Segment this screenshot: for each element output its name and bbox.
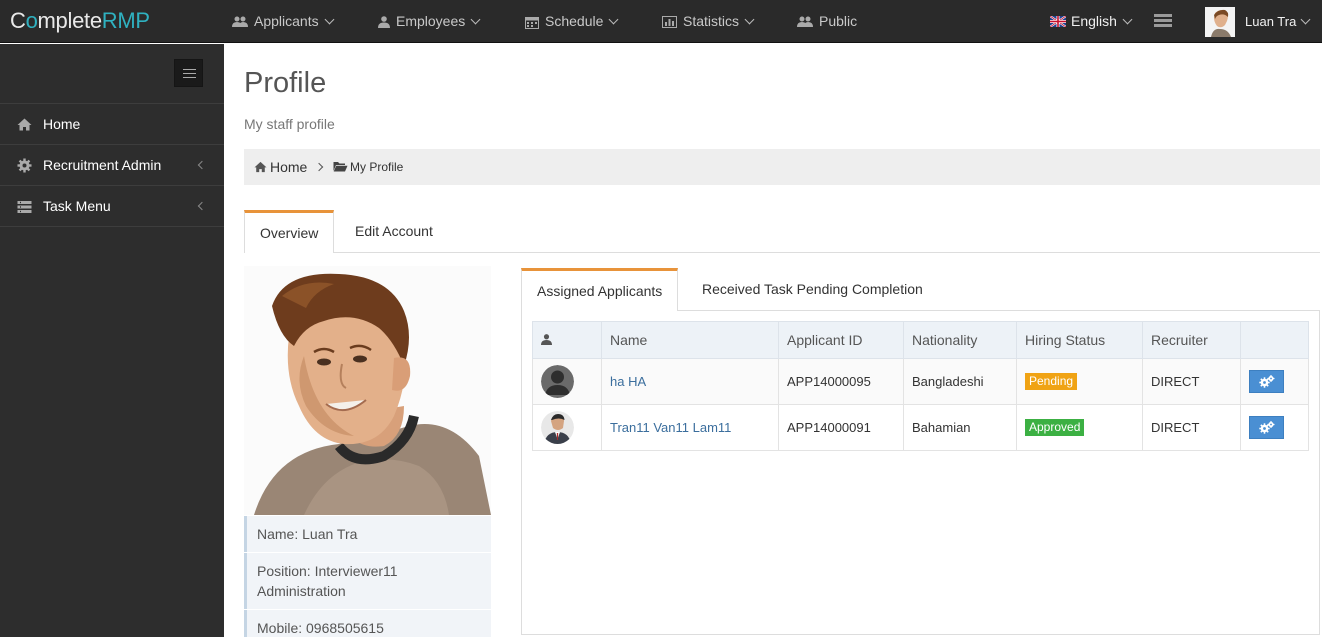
sidebar-item-home[interactable]: Home: [0, 104, 224, 145]
tab-edit-account[interactable]: Edit Account: [340, 210, 448, 253]
avatar-column-header: [532, 321, 602, 359]
hiring-status-column-header[interactable]: Hiring Status: [1016, 321, 1143, 359]
recruiter-column-header[interactable]: Recruiter: [1142, 321, 1241, 359]
gears-icon: [1259, 375, 1275, 388]
profile-name: Name: Luan Tra: [244, 516, 491, 552]
nav-schedule[interactable]: Schedule: [525, 0, 619, 43]
sidebar-menu: Home Recruitment Admin Task Menu: [0, 103, 224, 227]
status-badge: Pending: [1025, 373, 1078, 390]
breadcrumb-current: My Profile: [333, 149, 403, 185]
nationality-cell: Bahamian: [903, 404, 1017, 451]
applicant-name-cell[interactable]: Tran11 Van11 Lam11: [601, 404, 779, 451]
sidebar-item-label: Home: [43, 116, 81, 132]
nav-statistics[interactable]: Statistics: [662, 0, 755, 43]
home-icon: [17, 118, 32, 131]
folder-open-icon: [333, 162, 348, 172]
top-navbar: CompleteRMP Applicants Employees Schedul…: [0, 0, 1322, 43]
user-icon: [541, 334, 552, 345]
nationality-column-header[interactable]: Nationality: [903, 321, 1017, 359]
actions-cell: [1240, 404, 1309, 451]
sidebar: Home Recruitment Admin Task Menu: [0, 44, 224, 637]
nav-applicants[interactable]: Applicants: [232, 0, 335, 43]
applicant-id-cell: APP14000091: [778, 404, 904, 451]
calendar-icon: [525, 16, 539, 29]
recruiter-cell: DIRECT: [1142, 404, 1241, 451]
applicant-name-link[interactable]: Tran11 Van11 Lam11: [610, 420, 731, 435]
bar-chart-icon: [662, 16, 677, 29]
uk-flag-icon: [1050, 15, 1066, 27]
users-icon: [797, 16, 813, 28]
page-subtitle: My staff profile: [244, 116, 335, 132]
nav-statistics-label: Statistics: [683, 13, 740, 29]
chevron-right-icon: [314, 162, 324, 172]
avatar-cell: [532, 404, 602, 451]
chevron-down-icon: [324, 14, 335, 25]
row-settings-button[interactable]: [1249, 370, 1284, 393]
nav-employees-label: Employees: [396, 13, 466, 29]
sidebar-item-recruitment-admin[interactable]: Recruitment Admin: [0, 145, 224, 186]
breadcrumb-home[interactable]: Home: [254, 149, 307, 185]
user-avatar[interactable]: [1205, 7, 1235, 37]
sidebar-item-label: Recruitment Admin: [43, 157, 162, 173]
gear-icon: [17, 158, 32, 173]
brand-logo[interactable]: CompleteRMP: [10, 8, 150, 34]
table-row[interactable]: Tran11 Van11 Lam11 APP14000091 Bahamian …: [532, 404, 1309, 451]
avatar-cell: [532, 358, 602, 405]
users-icon: [232, 16, 248, 28]
row-settings-button[interactable]: [1249, 416, 1284, 439]
default-avatar-icon: [541, 365, 574, 398]
breadcrumb: Home My Profile: [244, 149, 1320, 185]
recruiter-cell: DIRECT: [1142, 358, 1241, 405]
hiring-status-cell: Pending: [1016, 358, 1143, 405]
list-icon: [17, 201, 32, 213]
chevron-down-icon[interactable]: [1300, 14, 1311, 25]
profile-mobile: Mobile: 0968505615: [244, 610, 491, 637]
page-title: Profile: [244, 67, 327, 99]
language-selector[interactable]: English: [1050, 0, 1133, 43]
nav-schedule-label: Schedule: [545, 13, 604, 29]
applicant-name-link[interactable]: ha HA: [610, 374, 646, 389]
actions-column-header: [1240, 321, 1309, 359]
applicants-table: Name Applicant ID Nationality Hiring Sta…: [532, 321, 1309, 451]
profile-photo: [244, 266, 491, 515]
applicant-name-cell[interactable]: ha HA: [601, 358, 779, 405]
gears-icon: [1259, 421, 1275, 434]
name-column-header[interactable]: Name: [601, 321, 779, 359]
tab-assigned-applicants[interactable]: Assigned Applicants: [521, 268, 679, 311]
chevron-down-icon: [470, 14, 481, 25]
table-row[interactable]: ha HA APP14000095 Bangladeshi Pending DI…: [532, 358, 1309, 405]
profile-position: Position: Interviewer11 Administration: [244, 553, 491, 609]
chevron-left-icon: [197, 160, 207, 170]
nav-public-label: Public: [819, 13, 858, 29]
applicant-id-cell: APP14000095: [778, 358, 904, 405]
profile-photo-image: [244, 266, 491, 515]
tab-received-task-pending[interactable]: Received Task Pending Completion: [687, 268, 938, 311]
tab-overview[interactable]: Overview: [244, 210, 335, 253]
table-header-row: Name Applicant ID Nationality Hiring Sta…: [532, 321, 1309, 359]
layout-toggle-icon[interactable]: [1154, 14, 1172, 30]
nationality-cell: Bangladeshi: [903, 358, 1017, 405]
home-icon: [254, 161, 267, 173]
actions-cell: [1240, 358, 1309, 405]
nav-public[interactable]: Public: [797, 0, 857, 43]
user-name[interactable]: Luan Tra: [1245, 0, 1296, 43]
sidebar-item-task-menu[interactable]: Task Menu: [0, 186, 224, 227]
sidebar-item-label: Task Menu: [43, 198, 111, 214]
user-icon: [378, 16, 390, 29]
language-label: English: [1071, 13, 1117, 29]
applicant-avatar: [541, 411, 574, 444]
chevron-down-icon: [1122, 14, 1133, 25]
chevron-left-icon: [197, 201, 207, 211]
breadcrumb-current-label: My Profile: [350, 160, 404, 174]
nav-employees[interactable]: Employees: [378, 0, 481, 43]
sidebar-toggle-button[interactable]: [174, 59, 203, 87]
applicant-id-column-header[interactable]: Applicant ID: [778, 321, 904, 359]
breadcrumb-home-label: Home: [270, 159, 308, 175]
chevron-down-icon: [608, 14, 619, 25]
nav-applicants-label: Applicants: [254, 13, 319, 29]
chevron-down-icon: [744, 14, 755, 25]
status-badge: Approved: [1025, 419, 1085, 436]
user-avatar-image: [1205, 7, 1235, 37]
hiring-status-cell: Approved: [1016, 404, 1143, 451]
